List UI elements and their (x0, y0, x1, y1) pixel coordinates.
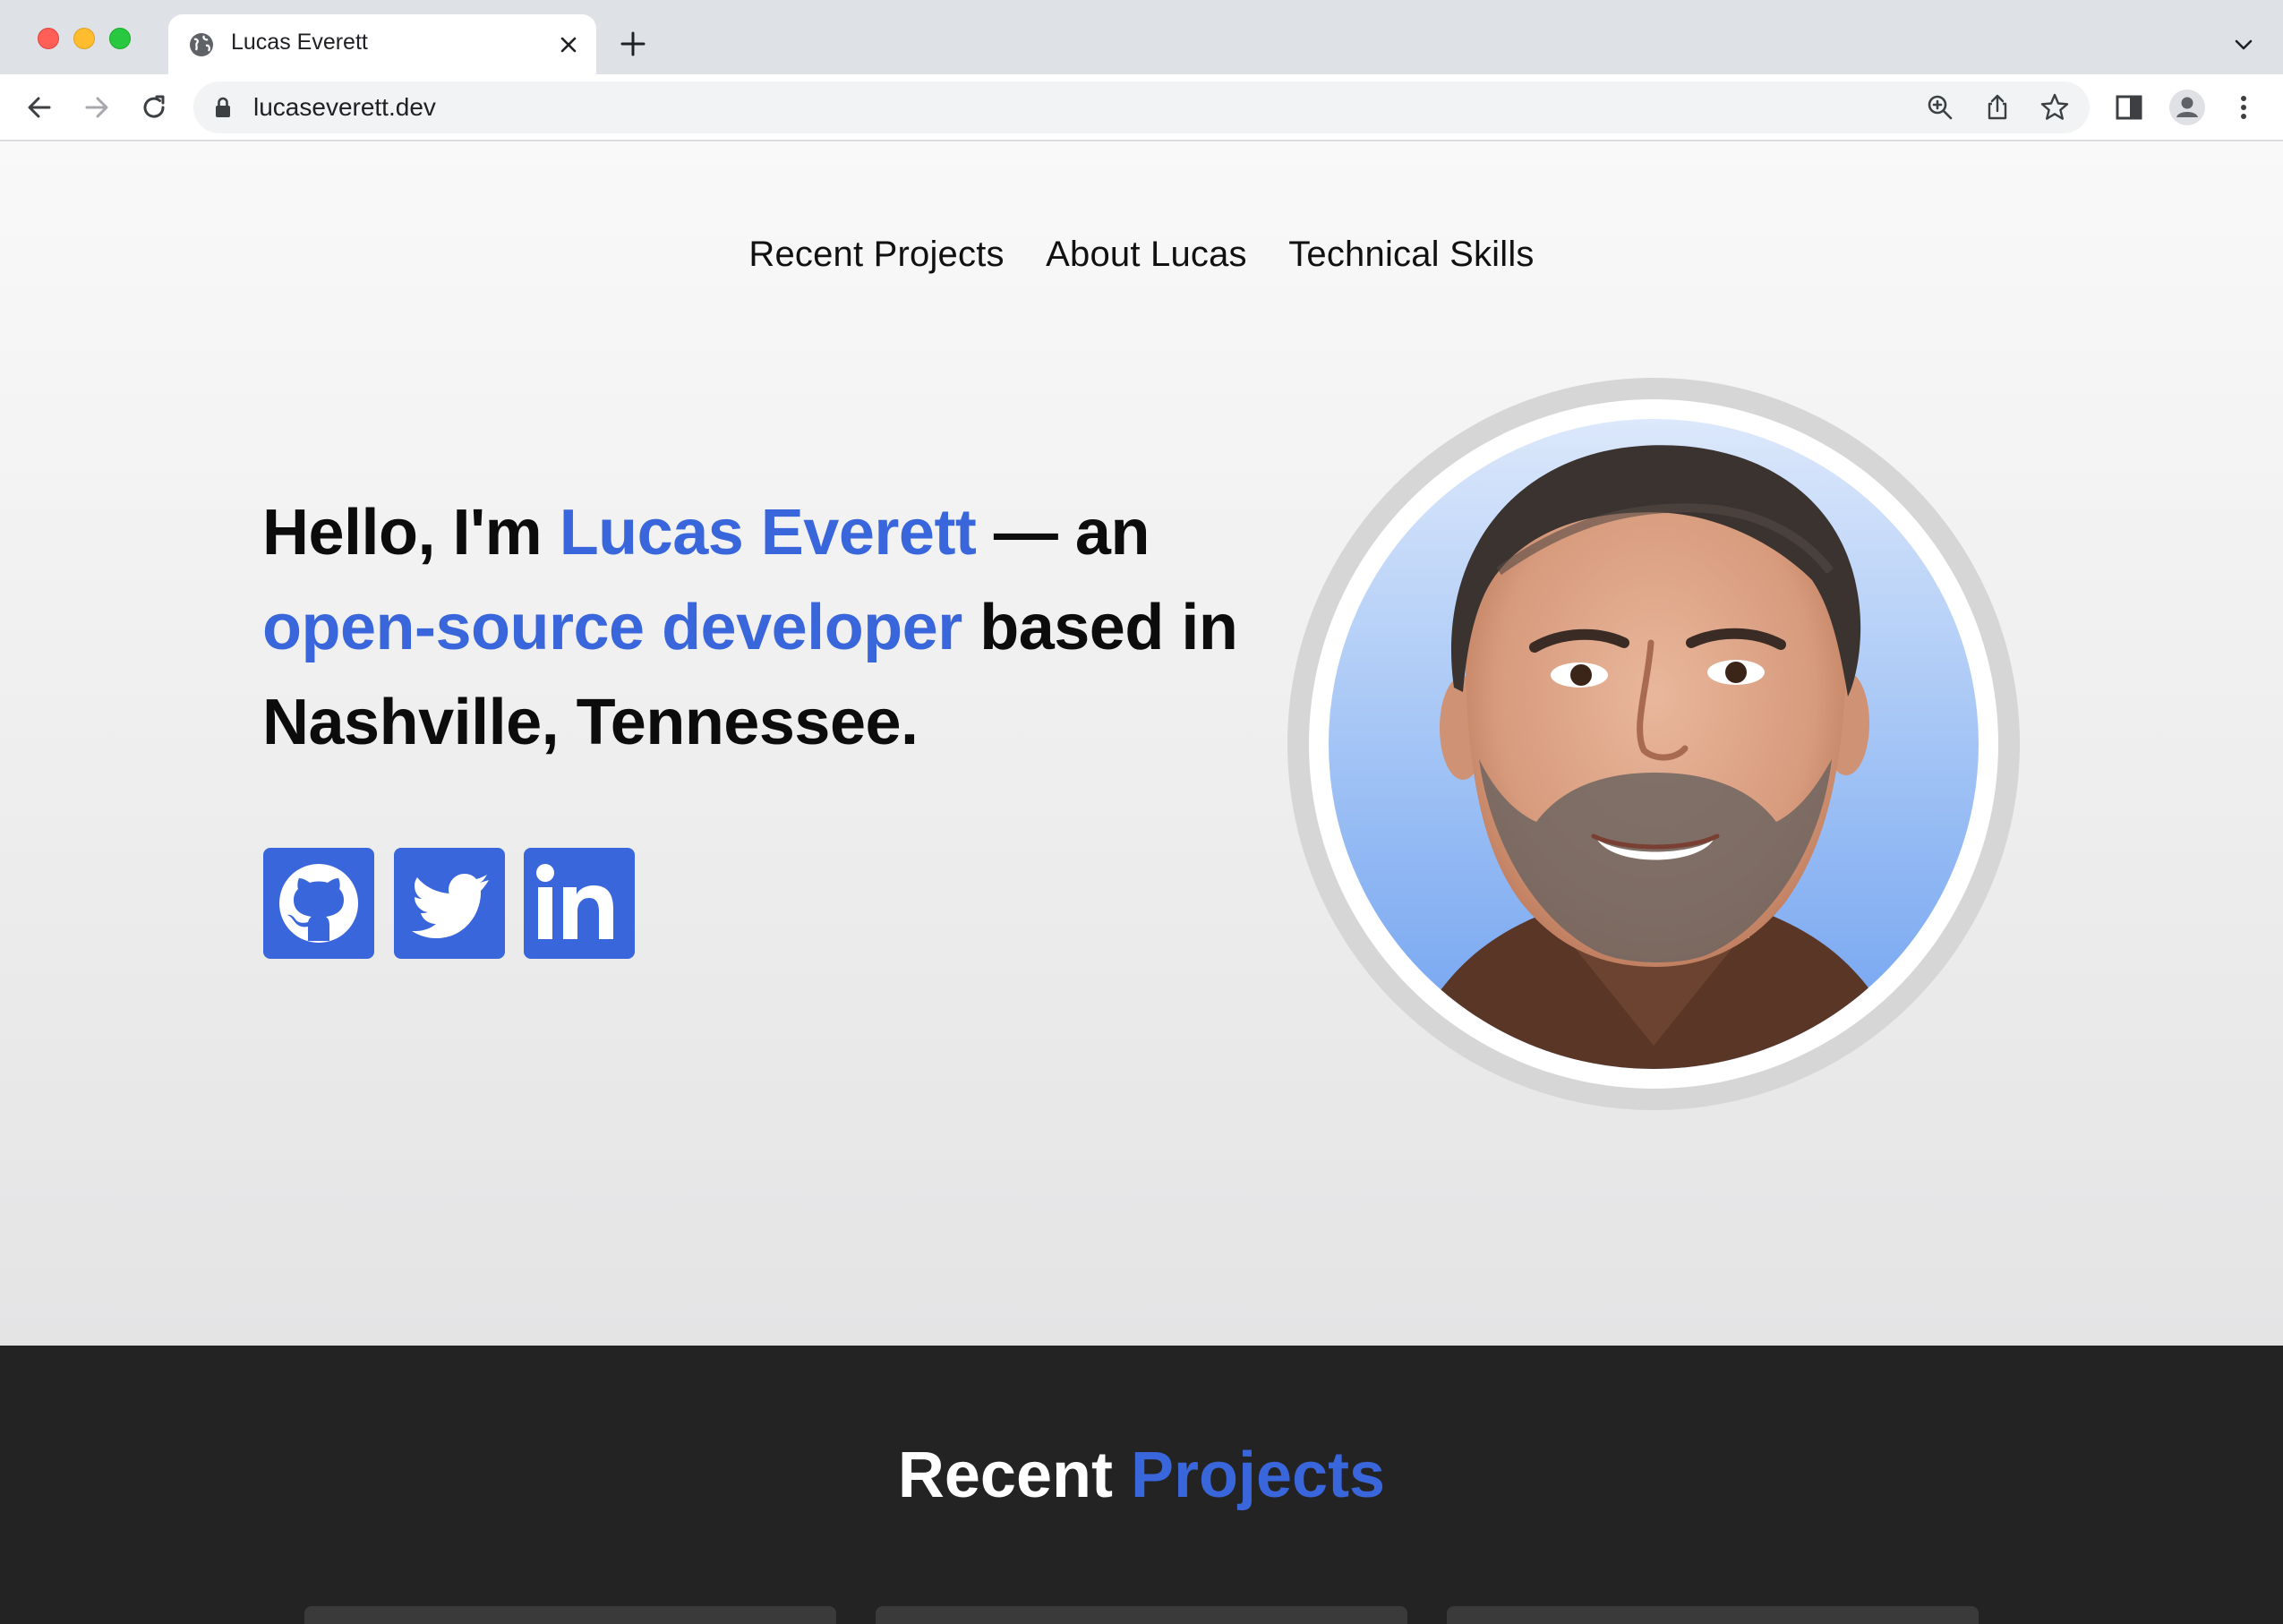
headline-role: open-source developer (262, 592, 962, 663)
lock-icon[interactable] (213, 96, 233, 119)
twitter-link[interactable] (394, 848, 505, 959)
projects-section: Recent Projects (0, 1346, 2283, 1624)
github-link[interactable] (263, 848, 374, 959)
url-text[interactable]: lucaseverett.dev (253, 93, 436, 122)
reload-icon[interactable] (137, 90, 171, 124)
projects-heading: Recent Projects (0, 1439, 2283, 1512)
projects-heading-text: Recent (897, 1440, 1131, 1511)
profile-avatar-icon[interactable] (2168, 89, 2206, 126)
hero-headline: Hello, I'm Lucas Everett — an open-sourc… (262, 485, 1238, 770)
new-tab-icon[interactable] (619, 30, 647, 58)
profile-photo-illustration (1400, 445, 1911, 1069)
headline-name: Lucas Everett (559, 497, 977, 568)
minimize-window-button[interactable] (73, 28, 95, 49)
linkedin-link[interactable] (524, 848, 635, 959)
close-tab-icon[interactable] (555, 31, 582, 58)
web-page: Recent Projects About Lucas Technical Sk… (0, 142, 2283, 1624)
tab-title: Lucas Everett (231, 30, 368, 55)
project-card[interactable] (876, 1606, 1407, 1624)
projects-heading-accent: Projects (1130, 1440, 1386, 1511)
project-card[interactable] (1447, 1606, 1979, 1624)
close-window-button[interactable] (38, 28, 59, 49)
browser-tab-bar: Lucas Everett (0, 0, 2283, 74)
zoom-icon[interactable] (1925, 92, 1955, 123)
headline-text: Hello, I'm (262, 497, 560, 568)
twitter-icon (412, 874, 489, 938)
address-bar[interactable]: lucaseverett.dev (193, 81, 2090, 133)
site-nav: Recent Projects About Lucas Technical Sk… (0, 235, 2283, 275)
project-card[interactable] (304, 1606, 836, 1624)
more-menu-icon[interactable] (2227, 90, 2261, 124)
github-icon (279, 864, 358, 943)
side-panel-icon[interactable] (2112, 90, 2146, 124)
maximize-window-button[interactable] (109, 28, 131, 49)
profile-photo (1329, 419, 1979, 1069)
nav-about-lucas[interactable]: About Lucas (1046, 235, 1247, 275)
nav-recent-projects[interactable]: Recent Projects (748, 235, 1004, 275)
share-icon[interactable] (1982, 92, 2013, 123)
headline-text: — an (976, 497, 1150, 568)
linkedin-icon (536, 864, 613, 939)
browser-tab[interactable]: Lucas Everett (168, 14, 596, 74)
nav-technical-skills[interactable]: Technical Skills (1288, 235, 1534, 275)
back-arrow-icon[interactable] (22, 90, 56, 124)
chevron-down-icon[interactable] (2231, 32, 2256, 57)
globe-icon (190, 33, 213, 56)
forward-arrow-icon[interactable] (80, 90, 114, 124)
hero-section: Recent Projects About Lucas Technical Sk… (0, 142, 2283, 1346)
star-icon[interactable] (2039, 92, 2070, 123)
browser-toolbar: lucaseverett.dev (0, 74, 2283, 141)
